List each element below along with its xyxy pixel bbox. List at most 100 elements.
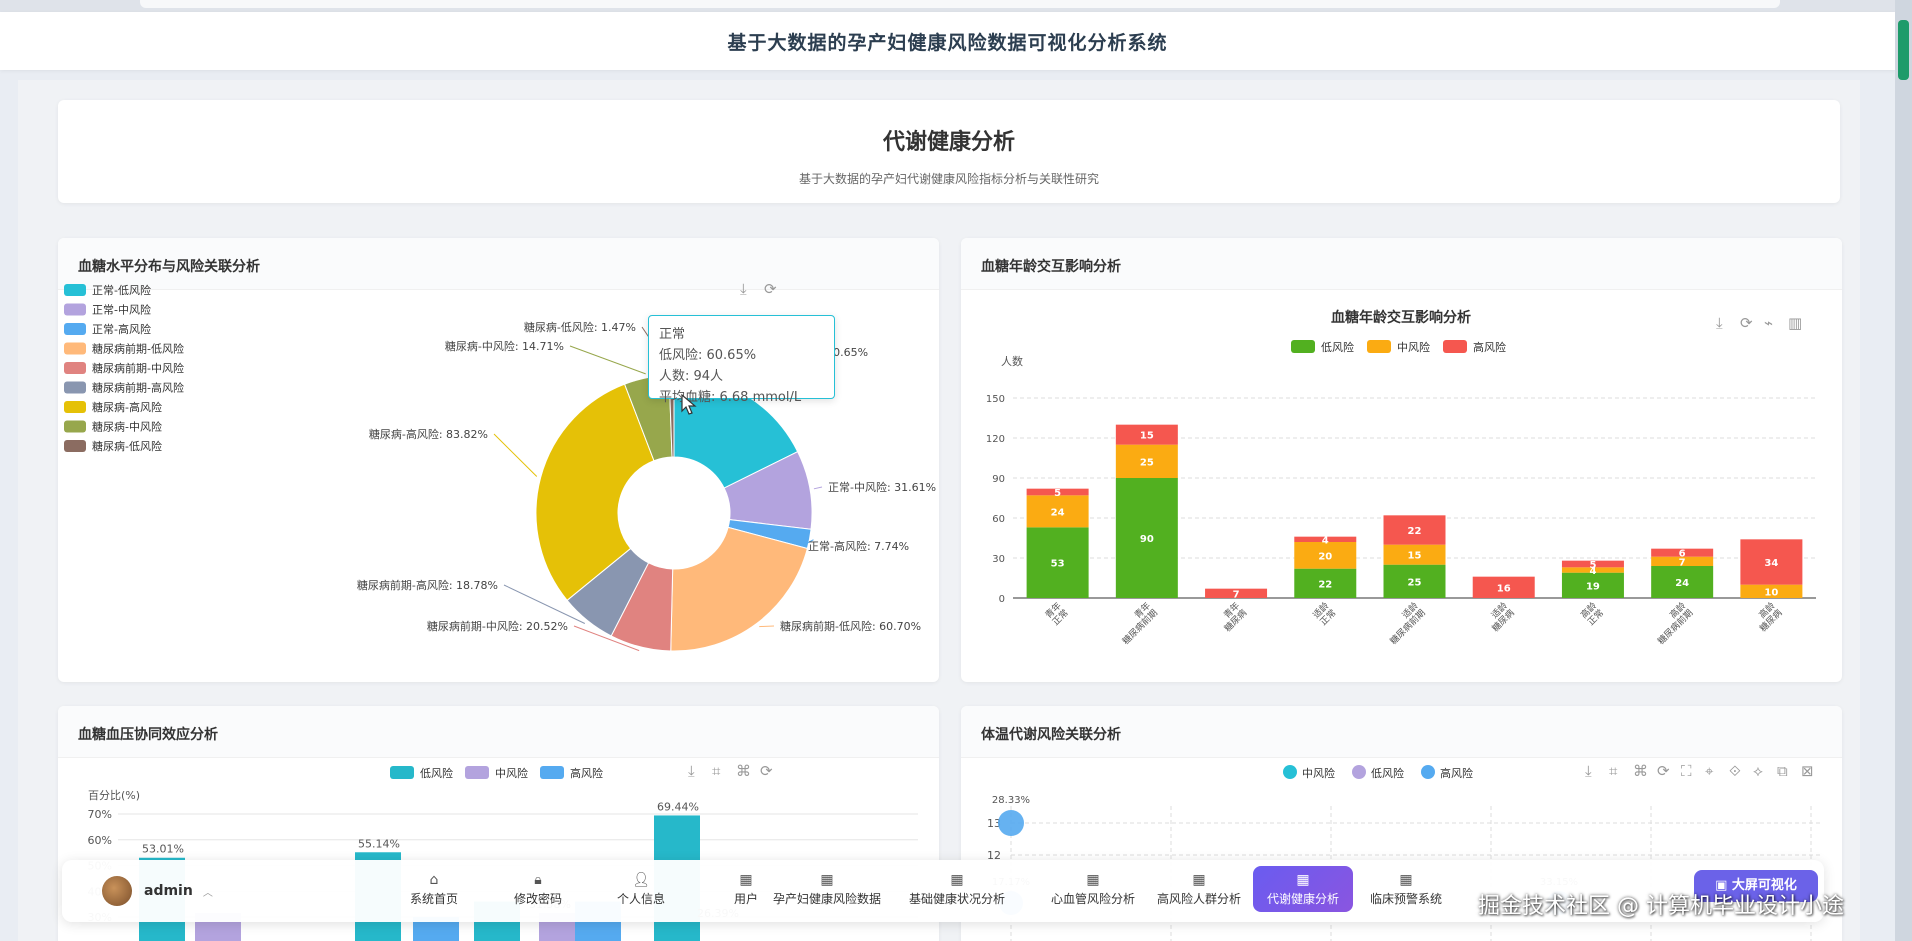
label-line	[813, 486, 823, 490]
bar-value-label: 15	[1140, 431, 1154, 442]
scrollbar-thumb[interactable]	[1898, 20, 1909, 80]
nav-clinical-alert[interactable]: ▦ 临床预警系统	[1350, 868, 1462, 914]
top-strip	[0, 0, 1912, 12]
bar-value-label: 55.14%	[358, 837, 400, 850]
avatar	[102, 876, 132, 906]
x-tick-label: 青年糖尿病	[1221, 600, 1249, 635]
nav-basic-health[interactable]: ▦ 基础健康状况分析	[896, 868, 1018, 914]
nav-maternal-data[interactable]: ▦ 孕产妇健康风险数据	[761, 868, 893, 914]
main-content: 代谢健康分析 基于大数据的孕产妇代谢健康风险指标分析与关联性研究 血糖水平分布与…	[18, 80, 1860, 941]
x-tick-label: 高龄糖尿病前期	[1655, 600, 1695, 647]
nav-home[interactable]: ⌂ 系统首页	[400, 868, 468, 914]
bar-value-label: 20	[1318, 551, 1332, 562]
legend-label: 低风险	[1321, 340, 1354, 354]
x-tick-label: 适龄糖尿病	[1489, 600, 1517, 635]
y-axis-label: 百分比(%)	[88, 789, 140, 802]
legend-label: 糖尿病-中风险	[92, 420, 162, 434]
legend-label: 中风险	[1397, 340, 1430, 354]
legend-label: 高风险	[570, 766, 603, 780]
nav-label: 高风险人群分析	[1156, 892, 1241, 906]
bar-value-label: 6	[1679, 549, 1686, 560]
nav-metabolic[interactable]: ▦ 代谢健康分析	[1253, 866, 1353, 912]
nav-change-password[interactable]: 🔒︎ 修改密码	[504, 868, 572, 914]
y-tick-label: 30	[992, 554, 1005, 565]
legend-label: 正常-高风险	[92, 322, 151, 336]
bar-value-label: 24	[1675, 578, 1689, 589]
page-header-card: 代谢健康分析 基于大数据的孕产妇代谢健康风险指标分析与关联性研究	[58, 100, 1840, 203]
x-tick-label: 适龄正常	[1310, 600, 1338, 628]
grid-icon: ▦	[1296, 872, 1310, 888]
slice-label: 糖尿病-中风险: 14.71%	[445, 339, 564, 353]
user-menu[interactable]: admin ︿	[102, 876, 213, 906]
legend-swatch	[64, 420, 86, 433]
legend-label: 糖尿病-高风险	[92, 400, 162, 414]
x-tick-label: 高龄糖尿病	[1756, 600, 1784, 635]
legend-label: 糖尿病前期-中风险	[92, 361, 184, 375]
grid-icon: ▦	[820, 872, 834, 888]
legend-label: 糖尿病前期-高风险	[92, 381, 184, 395]
chart-title: 血糖年龄交互影响分析	[1331, 309, 1471, 326]
legend-swatch	[64, 401, 86, 413]
x-tick-label: 青年正常	[1043, 600, 1071, 628]
nav-label: 个人信息	[616, 892, 665, 906]
legend-label: 正常-低风险	[92, 283, 151, 297]
glucose-risk-panel: 血糖水平分布与风险关联分析 ⤓ ⟳ 正常-低风险 正常-中风险 正常-高风险 糖尿病前…	[58, 238, 939, 682]
tooltip-name: 正常	[659, 327, 686, 342]
nav-label: 系统首页	[409, 892, 458, 906]
home-icon: ⌂	[429, 872, 439, 888]
username: admin	[144, 883, 193, 899]
bar-value-label: 53	[1051, 559, 1065, 570]
donut-chart: 正常-低风险正常-中风险正常-高风险糖尿病前期-低风险糖尿病前期-中风险糖尿病前…	[64, 283, 936, 652]
slice-label: 糖尿病前期-中风险: 20.52%	[427, 619, 568, 633]
legend-label: 正常-中风险	[92, 303, 151, 317]
tooltip-count: 人数: 94人	[659, 369, 724, 384]
legend-swatch	[1367, 340, 1391, 353]
nav-label: 孕产妇健康风险数据	[772, 892, 881, 906]
legend-dot	[1283, 765, 1297, 779]
app-title: 基于大数据的孕产妇健康风险数据可视化分析系统	[727, 31, 1168, 54]
bar-value-label: 25	[1408, 577, 1422, 588]
legend-label: 低风险	[1371, 766, 1404, 780]
nav-high-risk[interactable]: ▦ 高风险人群分析	[1145, 868, 1253, 914]
legend-label: 中风险	[1302, 766, 1335, 780]
legend-swatch	[64, 440, 86, 452]
slice-label: 糖尿病前期-低风险: 60.70%	[780, 619, 921, 633]
watermark: 掘金技术社区 @ 计算机毕业设计小途	[1478, 894, 1844, 919]
bar-value-label: 16	[1497, 583, 1511, 594]
user-icon: 👤︎	[632, 872, 650, 888]
legend-swatch	[64, 342, 86, 355]
legend-label: 糖尿病-低风险	[92, 439, 162, 453]
scrollbar[interactable]	[1895, 0, 1912, 941]
legend-dot	[1352, 765, 1366, 779]
y-tick-label: 60	[992, 514, 1005, 525]
scatter-point	[998, 810, 1024, 836]
chevron-up-icon: ︿	[202, 887, 213, 899]
y-tick-label: 150	[986, 394, 1005, 405]
legend-swatch	[64, 284, 86, 296]
legend-swatch	[64, 362, 86, 374]
bar-value-label: 19	[1586, 581, 1600, 592]
bar-value-label: 15	[1408, 551, 1422, 562]
x-tick-label: 青年糖尿病前期	[1120, 600, 1160, 647]
nav-label: 临床预警系统	[1369, 892, 1442, 906]
legend-label: 低风险	[420, 766, 453, 780]
y-tick-label: 60%	[88, 834, 112, 847]
page-subtitle: 基于大数据的孕产妇代谢健康风险指标分析与关联性研究	[798, 172, 1099, 186]
grid-icon: ▦	[1192, 872, 1206, 888]
nav-label: 基础健康状况分析	[908, 892, 1005, 906]
grid-icon: ▦	[739, 872, 753, 888]
y-tick-label: 90	[992, 474, 1005, 485]
bar-value-label: 69.44%	[657, 800, 699, 813]
legend-dot	[1421, 765, 1435, 779]
nav-cardio-risk[interactable]: ▦ 心血管风险分析	[1035, 868, 1151, 914]
slice-label: 正常-高风险: 7.74%	[808, 539, 909, 553]
nav-label: 用户	[733, 892, 758, 906]
legend-swatch	[390, 766, 414, 779]
nav-users[interactable]: ▦ 用户	[726, 868, 766, 914]
app-header: 基于大数据的孕产妇健康风险数据可视化分析系统	[0, 12, 1895, 70]
bar-value-label: 34	[1764, 558, 1778, 569]
legend-swatch	[64, 323, 86, 335]
slice-label: 糖尿病-高风险: 83.82%	[369, 427, 488, 441]
nav-profile[interactable]: 👤︎ 个人信息	[607, 868, 675, 914]
slice-label: 糖尿病前期-高风险: 18.78%	[357, 578, 498, 592]
